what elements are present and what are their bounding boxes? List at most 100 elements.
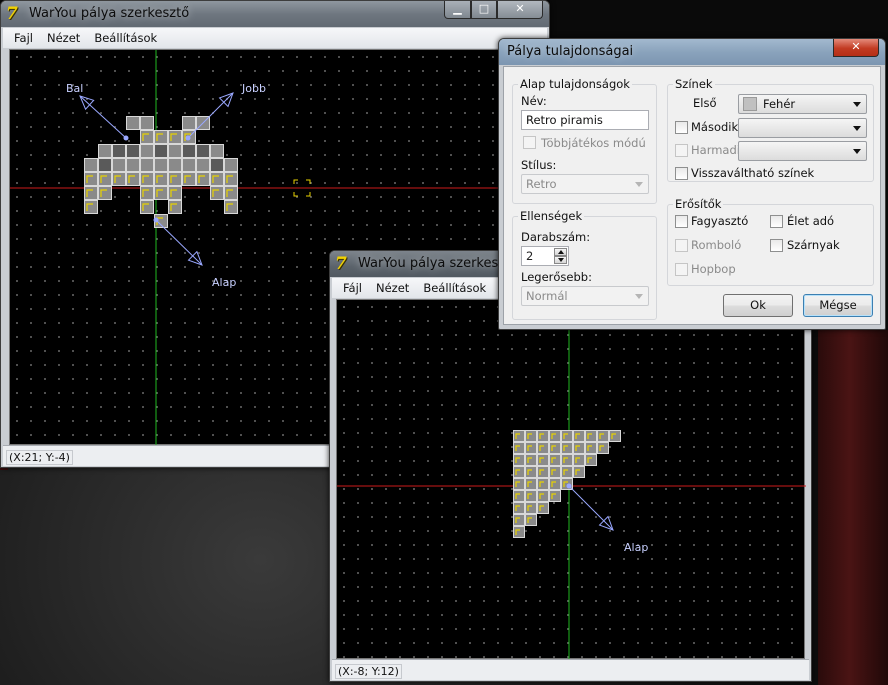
- level-block: [573, 442, 585, 454]
- chevron-down-icon: [635, 294, 643, 299]
- first-color-select[interactable]: Fehér: [738, 94, 867, 114]
- level-block: [549, 442, 561, 454]
- cancel-button[interactable]: Mégse: [803, 294, 873, 317]
- menu-bar: Fajl Nézet Beállítások: [3, 28, 547, 48]
- level-block: [126, 144, 140, 158]
- group-label: Alap tulajdonságok: [518, 77, 632, 91]
- level-block: [549, 454, 561, 466]
- cursor-coordinates: (X:21; Y:-4): [6, 450, 73, 465]
- level-block: [140, 116, 154, 130]
- dialog-body: Alap tulajdonságok Név: Retro piramis Tö…: [503, 66, 881, 325]
- second-color-select[interactable]: [738, 118, 867, 138]
- life-giver-checkbox[interactable]: [770, 215, 783, 228]
- third-color-checkbox[interactable]: [675, 144, 688, 157]
- level-block: [537, 502, 549, 514]
- spin-up-icon[interactable]: [554, 248, 567, 256]
- level-block: [513, 466, 525, 478]
- level-block: [196, 144, 210, 158]
- anchor-left-anchor-point: [123, 135, 129, 141]
- reversible-colors-checkbox[interactable]: [675, 167, 688, 180]
- status-bar: (X:-8; Y:12): [332, 659, 809, 680]
- dialog-title: Pálya tulajdonságai: [507, 44, 634, 59]
- menu-view[interactable]: Nézet: [369, 281, 416, 295]
- wings-checkbox[interactable]: [770, 239, 783, 252]
- level-block: [168, 144, 182, 158]
- third-color-select[interactable]: [738, 141, 867, 161]
- dialog-controls: ✕: [833, 39, 879, 57]
- level-block: [525, 502, 537, 514]
- window-title: WarYou pálya szerkesztő: [29, 6, 190, 21]
- level-block: [537, 430, 549, 442]
- level-block: [98, 144, 112, 158]
- window-title: WarYou pálya szerkesztő: [358, 256, 519, 271]
- color-swatch-icon: [743, 97, 757, 111]
- first-color-label: Első: [693, 96, 717, 110]
- level-block: [126, 116, 140, 130]
- count-value: 2: [526, 249, 534, 263]
- first-color-value: Fehér: [763, 97, 796, 111]
- level-block: [140, 144, 154, 158]
- second-color-checkbox[interactable]: [675, 121, 688, 134]
- hopbop-checkbox[interactable]: [675, 263, 688, 276]
- chevron-down-icon: [853, 102, 861, 107]
- level-block: [513, 430, 525, 442]
- chevron-down-icon: [853, 149, 861, 154]
- level-block: [84, 158, 98, 172]
- level-block: [210, 158, 224, 172]
- maximize-button[interactable]: □: [471, 1, 497, 19]
- level-block: [573, 454, 585, 466]
- label-base: Alap: [624, 541, 648, 554]
- strongest-select[interactable]: Normál: [521, 286, 649, 306]
- level-block: [210, 144, 224, 158]
- close-x-icon[interactable]: ✕: [833, 39, 879, 57]
- label-base: Alap: [212, 276, 236, 289]
- close-button[interactable]: ✕: [497, 1, 543, 19]
- style-label: Stílus:: [521, 158, 557, 172]
- chevron-down-icon: [853, 126, 861, 131]
- anchor-right-line: [187, 92, 234, 139]
- spin-down-icon[interactable]: [554, 256, 567, 264]
- level-block: [182, 144, 196, 158]
- group-label: Erősítők: [673, 197, 724, 211]
- ok-button[interactable]: Ok: [723, 294, 793, 317]
- reversible-colors-label: Visszaváltható színek: [691, 166, 815, 180]
- level-block: [224, 158, 238, 172]
- dialog-title-bar[interactable]: Pálya tulajdonságai: [499, 39, 885, 65]
- destroyer-label: Romboló: [691, 238, 742, 252]
- cursor-coordinates: (X:-8; Y:12): [335, 664, 402, 679]
- freezer-checkbox[interactable]: [675, 215, 688, 228]
- menu-file[interactable]: Fájl: [336, 281, 369, 295]
- anchor-right-anchor-point: [185, 135, 191, 141]
- group-label: Színek: [673, 77, 715, 91]
- level-canvas-svg[interactable]: Alap: [337, 300, 806, 660]
- level-block: [513, 478, 525, 490]
- level-block: [597, 442, 609, 454]
- level-block: [549, 466, 561, 478]
- level-block: [585, 454, 597, 466]
- count-spinner[interactable]: 2: [521, 246, 569, 266]
- multiplayer-label: Többjátékos módú: [541, 136, 646, 150]
- level-canvas[interactable]: Alap: [336, 299, 806, 660]
- level-block: [561, 466, 573, 478]
- level-block: [525, 478, 537, 490]
- level-properties-dialog[interactable]: Pálya tulajdonságai ✕ Alap tulajdonságok…: [498, 38, 886, 330]
- menu-settings[interactable]: Beállítások: [416, 281, 493, 295]
- level-block: [549, 478, 561, 490]
- level-block: [561, 430, 573, 442]
- menu-view[interactable]: Nézet: [40, 31, 87, 45]
- level-block: [98, 158, 112, 172]
- menu-file[interactable]: Fajl: [7, 31, 40, 45]
- destroyer-checkbox[interactable]: [675, 239, 688, 252]
- minimize-button[interactable]: ▁: [444, 1, 471, 19]
- style-select[interactable]: Retro: [521, 174, 649, 194]
- name-input[interactable]: Retro piramis: [521, 110, 649, 130]
- menu-settings[interactable]: Beállítások: [87, 31, 164, 45]
- level-block: [182, 158, 196, 172]
- level-block: [537, 490, 549, 502]
- name-label: Név:: [521, 94, 547, 108]
- level-block: [549, 430, 561, 442]
- level-block: [525, 442, 537, 454]
- level-block: [537, 454, 549, 466]
- second-color-label: Második: [691, 120, 739, 134]
- multiplayer-checkbox[interactable]: [523, 136, 536, 149]
